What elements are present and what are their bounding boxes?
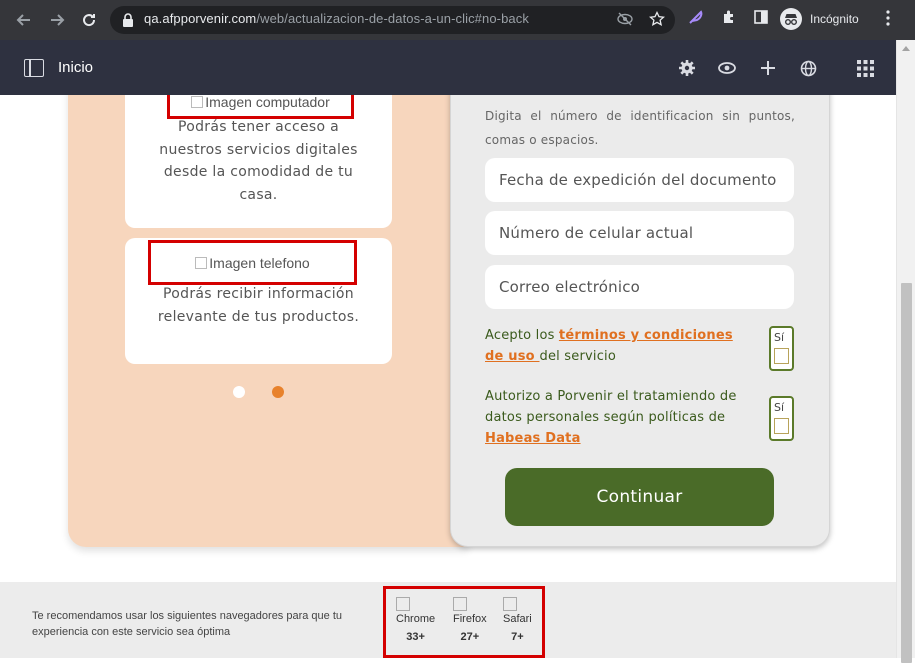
browser-recommendation: Te recomendamos usar los siguientes nave… [32,610,343,638]
scrollbar-thumb[interactable] [901,283,912,663]
feather-extension-icon[interactable] [688,9,704,29]
globe-icon[interactable] [797,57,819,79]
phone-number-field[interactable]: Número de celular actual [485,211,794,255]
habeas-data-link[interactable]: Habeas Data [485,431,581,446]
phone-image-alt: Imagen telefono [209,254,310,271]
footer: Te recomendamos usar los siguientes nave… [0,582,896,658]
eye-slash-icon[interactable] [617,12,633,30]
terms-checkbox-label: Sí [774,331,785,344]
back-arrow-icon[interactable] [12,8,36,32]
browser-chrome: Chrome 33+ [396,597,435,643]
data-consent-checkbox-square[interactable] [774,418,789,434]
address-bar[interactable]: qa.afpporvenir.com/web/actualizacion-de-… [110,6,675,34]
chrome-name: Chrome [396,613,436,625]
phone-image: Imagen telefono [148,240,357,285]
gear-icon[interactable] [676,57,698,79]
terms-checkbox-square[interactable] [774,348,789,364]
apps-grid-icon[interactable] [854,57,876,79]
lock-icon[interactable] [122,12,134,31]
terms-prefix: Acepto los [485,328,559,343]
broken-image-icon [195,256,208,269]
feature-card-computer: Imagen computador Podrás tener acceso a … [125,95,392,228]
feature-card-phone: Imagen telefono Podrás recibir informaci… [125,238,392,364]
safari-image [503,597,517,611]
chrome-version: 33+ [406,631,425,643]
id-instruction: Digita el número de identificacion sin p… [485,109,795,147]
browser-safari: Safari 7+ [503,597,532,643]
plus-icon[interactable] [757,57,779,79]
supported-browsers: Chrome 33+ Firefox 27+ Safari 7+ [383,586,545,658]
broken-image-icon [191,95,204,108]
carousel-dot-2-active[interactable] [272,386,284,398]
scroll-up-icon[interactable] [902,46,910,51]
sidebar-toggle-icon[interactable] [24,59,44,77]
chrome-image [396,597,410,611]
incognito-label: Incógnito [810,12,859,26]
firefox-version: 27+ [460,631,480,643]
data-consent-checkbox[interactable]: Sí [769,396,794,441]
terms-consent-text: Acepto los términos y condiciones de uso… [485,325,750,367]
data-consent-prefix: Autorizo a Porvenir el tratamiendo de da… [485,389,737,425]
safari-name: Safari [503,613,532,625]
eye-icon[interactable] [716,57,738,79]
feature-description: Podrás tener acceso a nuestros servicios… [159,119,358,203]
incognito-icon [780,8,802,30]
carousel-dot-1[interactable] [233,386,245,398]
puzzle-extensions-icon[interactable] [721,9,737,29]
firefox-name: Firefox [453,613,487,625]
browser-menu-icon[interactable] [886,10,890,30]
star-icon[interactable] [648,10,666,31]
page-scrollbar[interactable] [896,40,915,663]
safari-version: 7+ [511,631,524,643]
issue-date-field[interactable]: Fecha de expedición del documento [485,158,794,202]
app-header: Inicio [0,40,896,95]
firefox-image [453,597,467,611]
browser-toolbar: qa.afpporvenir.com/web/actualizacion-de-… [0,0,915,40]
continue-button[interactable]: Continuar [505,468,774,526]
forward-arrow-icon[interactable] [45,8,69,32]
url-text: qa.afpporvenir.com/web/actualizacion-de-… [144,11,529,26]
computer-image-alt: Imagen computador [205,95,330,110]
data-consent-text: Autorizo a Porvenir el tratamiendo de da… [485,386,750,449]
email-field[interactable]: Correo electrónico [485,265,794,309]
data-consent-checkbox-label: Sí [774,401,785,414]
side-panel-icon[interactable] [753,9,769,29]
page-title: Inicio [58,59,94,76]
feature-description: Podrás recibir información relevante de … [157,286,360,325]
reload-icon[interactable] [77,8,101,32]
incognito-indicator[interactable]: Incógnito [780,8,859,30]
terms-checkbox[interactable]: Sí [769,326,794,371]
terms-suffix: del servicio [539,349,617,364]
browser-firefox: Firefox 27+ [453,597,487,643]
main-content: Imagen computador Podrás tener acceso a … [0,95,896,582]
